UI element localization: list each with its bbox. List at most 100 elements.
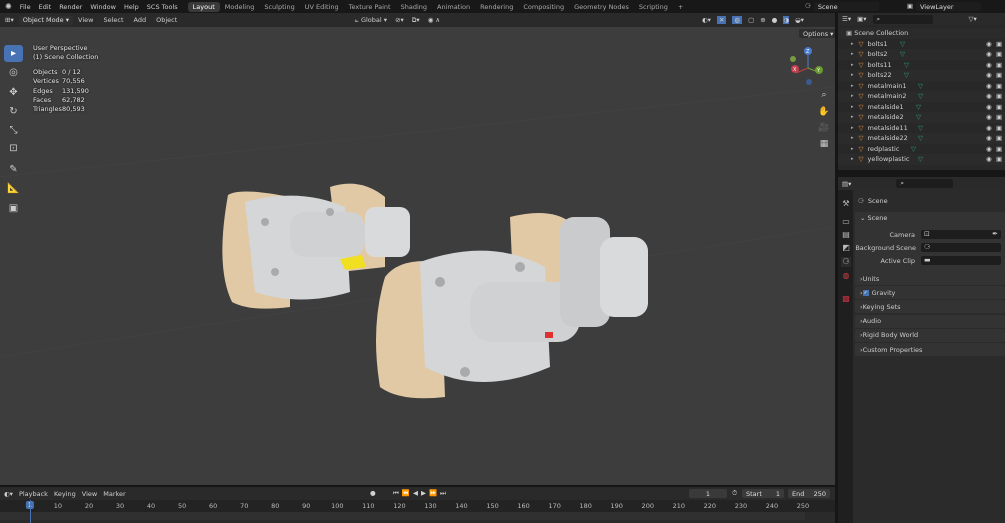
snap-icon[interactable]: ⧉▾ [412,16,420,25]
menu-marker[interactable]: Marker [103,490,125,498]
xray-icon[interactable]: ▢ [748,16,754,24]
outliner-item[interactable]: ▸ ▽ yellowplastic ▽ ◉ ▣ [838,154,1005,165]
editor-type-icon[interactable]: ▤▾ [842,180,851,188]
expand-arrow-icon[interactable]: ▸ [851,62,854,68]
panel-audio[interactable]: › Audio [855,314,1005,328]
menu-edit[interactable]: Edit [35,3,56,11]
transform-tool-icon[interactable]: ⊡ [4,140,23,157]
gravity-checkbox[interactable]: ✓ [862,289,869,296]
start-frame-field[interactable]: Start 1 [742,489,784,498]
menu-select[interactable]: Select [98,16,128,24]
render-camera-icon[interactable]: ▣ [996,134,1002,142]
display-mode-icon[interactable]: ☰▾ [842,15,851,23]
jump-end-icon[interactable]: ⏭ [440,489,446,498]
prev-keyframe-icon[interactable]: ⏪ [402,489,410,498]
current-frame-field[interactable]: 1 [689,489,727,498]
render-camera-icon[interactable]: ▣ [996,71,1002,79]
options-button[interactable]: Options ▾ [799,29,835,38]
measure-tool-icon[interactable]: 📐 [4,180,23,197]
blender-logo-icon[interactable]: ✺ [0,2,16,11]
mesh-data-icon[interactable]: ▽ [918,124,923,132]
menu-object[interactable]: Object [151,16,182,24]
background-scene-field[interactable]: ⚆ [921,243,1001,252]
tab-uv-editing[interactable]: UV Editing [300,2,344,12]
mode-selector[interactable]: Object Mode ▾ [18,15,74,25]
menu-add[interactable]: Add [129,16,152,24]
menu-view[interactable]: View [82,490,97,498]
eyedropper-icon[interactable]: ✒ [992,230,1001,238]
outliner-item[interactable]: ▸ ▽ metalside1 ▽ ◉ ▣ [838,102,1005,113]
visibility-eye-icon[interactable]: ◉ [986,82,992,90]
properties-search-input[interactable]: ⌕ [896,179,954,188]
annotate-tool-icon[interactable]: ✎ [4,161,23,178]
shading-rendered-icon[interactable]: ◒▾ [795,16,804,24]
scene-panel-header[interactable]: ⌄ Scene [860,214,887,222]
expand-arrow-icon[interactable]: ▸ [851,83,854,89]
outliner-item[interactable]: ▸ ▽ redplastic ▽ ◉ ▣ [838,144,1005,155]
tab-sculpting[interactable]: Sculpting [259,2,299,12]
menu-scs-tools[interactable]: SCS Tools [143,3,182,11]
expand-arrow-icon[interactable]: ▸ [851,51,854,57]
visibility-eye-icon[interactable]: ◉ [986,71,992,79]
add-workspace-button[interactable]: + [673,2,688,12]
mesh-data-icon[interactable]: ▽ [918,92,923,100]
tab-geometry-nodes[interactable]: Geometry Nodes [569,2,634,12]
stopwatch-icon[interactable]: ⏱ [732,489,737,498]
panel-custom-properties[interactable]: › Custom Properties [855,343,1005,356]
scene-selector[interactable]: Scene [813,2,879,11]
render-camera-icon[interactable]: ▣ [996,145,1002,153]
panel-rigid-body-world[interactable]: › Rigid Body World [855,328,1005,342]
keyframe-track[interactable] [0,512,805,520]
visibility-eye-icon[interactable]: ◉ [986,155,992,163]
play-reverse-icon[interactable]: ◀ [413,489,418,498]
render-camera-icon[interactable]: ▣ [996,61,1002,69]
render-camera-icon[interactable]: ▣ [996,113,1002,121]
tab-shading[interactable]: Shading [396,2,432,12]
outliner-item[interactable]: ▸ ▽ bolts1 ▽ ◉ ▣ [838,39,1005,50]
outliner-item[interactable]: ▸ ▽ bolts2 ▽ ◉ ▣ [838,49,1005,60]
render-tab-icon[interactable]: ▭ [841,217,851,227]
tab-rendering[interactable]: Rendering [475,2,518,12]
tool-tab-icon[interactable]: ⚒ [841,199,851,209]
navigation-gizmo[interactable]: Z Y X [790,47,823,85]
visibility-eye-icon[interactable]: ◉ [986,134,992,142]
render-camera-icon[interactable]: ▣ [996,92,1002,100]
mesh-data-icon[interactable]: ▽ [918,82,923,90]
3d-viewport[interactable]: Z Y X ▸ ◎ ✥ ↻ ⤡ ⊡ ✎ 📐 ▣ User Perspective… [0,27,835,485]
render-camera-icon[interactable]: ▣ [996,103,1002,111]
menu-view[interactable]: View [73,16,98,24]
visibility-eye-icon[interactable]: ◉ [986,50,992,58]
move-tool-icon[interactable]: ✥ [4,84,23,101]
visibility-icon[interactable]: ◐▾ [702,16,711,24]
mesh-data-icon[interactable]: ▽ [911,145,916,153]
world-tab-icon[interactable]: ◍ [841,271,851,281]
mesh-data-icon[interactable]: ▽ [916,103,921,111]
outliner-item[interactable]: ▸ ▽ metalmain2 ▽ ◉ ▣ [838,91,1005,102]
next-keyframe-icon[interactable]: ⏩ [429,489,437,498]
menu-help[interactable]: Help [120,3,143,11]
menu-render[interactable]: Render [55,3,86,11]
mesh-data-icon[interactable]: ▽ [904,71,909,79]
tab-animation[interactable]: Animation [432,2,475,12]
play-icon[interactable]: ▶ [421,489,426,498]
mesh-data-icon[interactable]: ▽ [904,61,909,69]
filter-icon[interactable]: ▽▾ [969,15,977,23]
add-cube-tool-icon[interactable]: ▣ [4,200,23,217]
menu-keying[interactable]: Keying [54,490,76,498]
outliner-item[interactable]: ▸ ▽ metalside11 ▽ ◉ ▣ [838,123,1005,134]
editor-type-icon[interactable]: ◐▾ [4,490,13,498]
render-camera-icon[interactable]: ▣ [996,82,1002,90]
scene-collection-row[interactable]: ▣ Scene Collection [838,28,1005,39]
orientation-selector[interactable]: ⟀ Global ▾ [355,16,387,25]
mesh-data-icon[interactable]: ▽ [900,40,905,48]
render-camera-icon[interactable]: ▣ [996,40,1002,48]
view-layer-tab-icon[interactable]: ◩ [841,243,851,253]
panel-gravity[interactable]: › ✓ Gravity [855,286,1005,300]
mesh-data-icon[interactable]: ▽ [918,155,923,163]
visibility-eye-icon[interactable]: ◉ [986,113,992,121]
mesh-data-icon[interactable]: ▽ [900,50,905,58]
shading-solid-icon[interactable]: ● [772,16,778,24]
proportional-edit-icon[interactable]: ◉ ∧ [428,16,441,25]
outliner-item[interactable]: ▸ ▽ bolts22 ▽ ◉ ▣ [838,70,1005,81]
visibility-eye-icon[interactable]: ◉ [986,92,992,100]
